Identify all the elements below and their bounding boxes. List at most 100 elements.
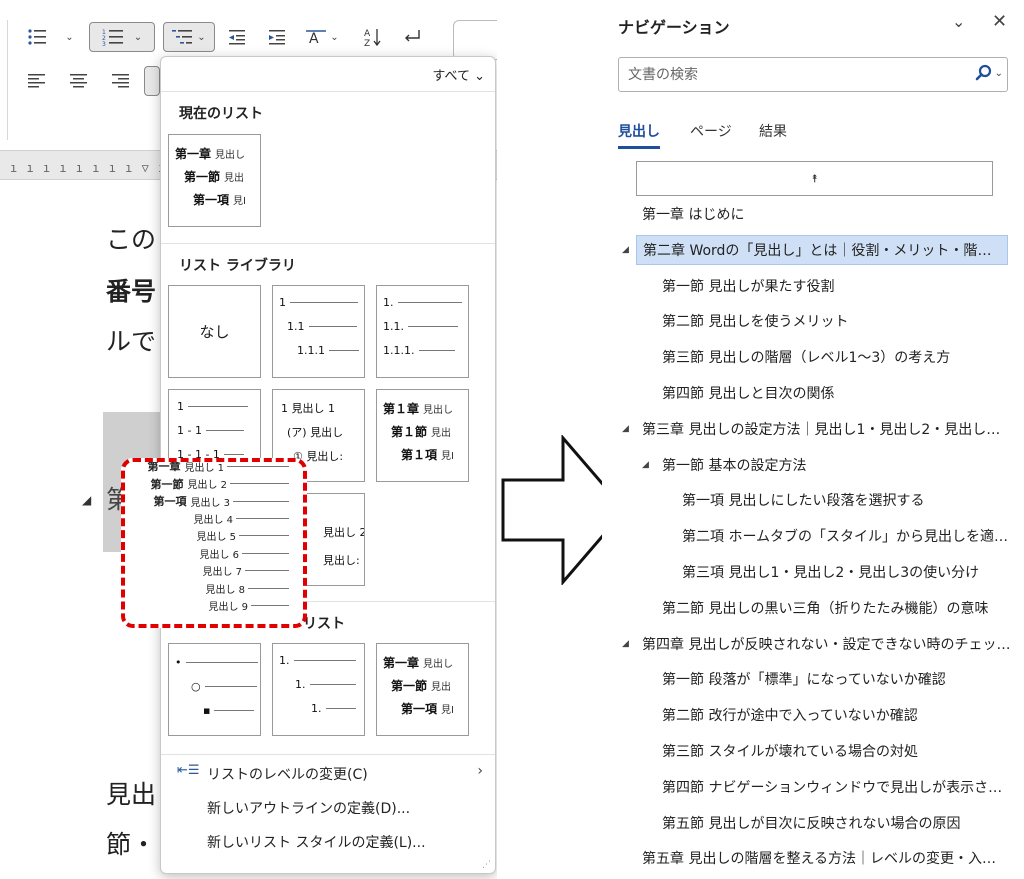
collapse-triangle-icon[interactable]: ◢: [82, 493, 91, 507]
nav-heading-item[interactable]: ◢ 第四章 見出しが反映されない・設定できない時のチェック…: [602, 628, 1024, 660]
nav-heading-item[interactable]: 第三節 スタイルが壊れている場合の対処: [602, 735, 1024, 767]
nav-heading-item[interactable]: 第二節 見出しの黒い三角（折りたたみ機能）の意味: [602, 592, 1024, 624]
nav-heading-item[interactable]: 第三項 見出し1・見出し2・見出し3の使い分け: [602, 556, 1024, 588]
current-list-tile[interactable]: 第一章 見出し 第一節 見出 第一項 見Ⅰ: [168, 134, 261, 227]
preview-label: 見出し 7: [202, 567, 242, 578]
expand-triangle-icon[interactable]: ◢: [622, 245, 629, 255]
nav-title: ナビゲーション: [618, 18, 730, 37]
tile-text: 第一章: [175, 147, 212, 161]
preview-rule: [236, 517, 289, 519]
preview-line: 見出し 4: [193, 511, 289, 526]
bullets-button[interactable]: [22, 22, 52, 52]
tile-text: 第一章: [383, 656, 420, 670]
svg-text:A: A: [309, 31, 319, 46]
tile-text: 1.: [311, 702, 322, 715]
styles-gallery[interactable]: [453, 20, 497, 60]
svg-text:Z: Z: [364, 39, 370, 47]
nav-heading-text: 第三節 スタイルが壊れている場合の対処: [662, 744, 919, 760]
search-icon: [975, 64, 991, 81]
define-list-style-item[interactable]: 新しいリスト スタイルの定義(L)...: [207, 832, 426, 852]
list-tile-chapter-doc[interactable]: 第一章 見出し 第一節 見出 第一項 見Ⅰ: [376, 643, 469, 736]
preview-line: 見出し 6: [199, 546, 289, 561]
list-tile-dotted-flat[interactable]: 1. 1. 1.: [272, 643, 365, 736]
list-tile-dotted[interactable]: 1. 1.1. 1.1.1.: [376, 285, 469, 378]
tile-text: 第１項: [401, 448, 438, 462]
preview-line: 第一節 見出し 2: [150, 476, 289, 492]
nav-close-icon[interactable]: ✕: [992, 11, 1007, 32]
multilevel-list-button[interactable]: ⌄: [163, 22, 215, 52]
nav-search-input[interactable]: [619, 58, 959, 91]
resize-grip-icon[interactable]: ⋰: [482, 860, 491, 870]
expand-triangle-icon[interactable]: ◢: [642, 460, 649, 470]
justify-button[interactable]: [144, 66, 160, 96]
tile-text: 第一節: [184, 170, 221, 184]
nav-heading-item[interactable]: 第三節 見出しの階層（レベル1～3）の考え方: [602, 341, 1024, 373]
expand-triangle-icon[interactable]: ◢: [622, 639, 629, 649]
nav-heading-text: 第五節 見出しが目次に反映されない場合の原因: [662, 815, 961, 832]
nav-options-chevron-icon[interactable]: ⌄: [952, 12, 965, 31]
nav-heading-text: 第二節 改行が途中で入っていないか確認: [662, 708, 918, 725]
nav-heading-item[interactable]: 第二節 改行が途中で入っていないか確認: [602, 699, 1024, 731]
filter-dropdown[interactable]: すべて ⌄: [432, 65, 485, 84]
preview-prefix: 第一節: [150, 477, 184, 491]
tab-results[interactable]: 結果: [759, 121, 787, 141]
collapse-up-icon: ⯭: [811, 171, 818, 185]
align-left-button[interactable]: [22, 66, 52, 96]
nav-heading-item[interactable]: 第二項 ホームタブの「スタイル」から見出しを適用する: [602, 520, 1024, 552]
tab-pages[interactable]: ページ: [690, 121, 732, 141]
show-marks-button[interactable]: [397, 22, 427, 52]
chevron-right-icon: ›: [477, 763, 483, 779]
align-right-button[interactable]: [106, 66, 136, 96]
bullet-square-icon: ▪: [203, 704, 211, 717]
decrease-indent-button[interactable]: [222, 22, 252, 52]
nav-heading-item[interactable]: ◢ 第三章 見出しの設定方法｜見出し1・見出し2・見出し…: [602, 413, 1024, 445]
define-outline-item[interactable]: 新しいアウトラインの定義(D)...: [207, 798, 410, 818]
sort-button[interactable]: AZ: [358, 22, 388, 52]
tab-headings[interactable]: 見出し: [618, 121, 660, 141]
nav-heading-item[interactable]: 第一節 見出しが果たす役割: [602, 270, 1024, 302]
list-none-tile[interactable]: なし: [168, 285, 261, 378]
doc-text: ルで: [106, 327, 157, 356]
list-tile-chapter[interactable]: 第１章 見出し 第１節 見出 第１項 見Ⅰ: [376, 389, 469, 482]
nav-heading-item[interactable]: 第一章 はじめに: [602, 198, 1024, 230]
search-button[interactable]: ⌄: [975, 64, 1003, 82]
numbering-button[interactable]: 123 ⌄: [89, 22, 155, 52]
expand-triangle-icon[interactable]: ◢: [622, 424, 629, 434]
nav-heading-item[interactable]: 第一節 段落が「標準」になっていないか確認: [602, 663, 1024, 695]
chevron-down-icon: ⌄: [65, 31, 74, 43]
nav-heading-item[interactable]: 第一項 見出しにしたい段落を選択する: [602, 484, 1024, 516]
collapse-all-button[interactable]: ⯭: [636, 161, 993, 196]
nav-heading-text: 第四節 見出しと目次の関係: [662, 386, 835, 402]
tile-text: 第一節: [391, 679, 428, 693]
tile-text: 1.1.1.: [383, 344, 415, 357]
nav-heading-item[interactable]: 第四節 ナビゲーションウィンドウで見出しが表示される…: [602, 771, 1024, 803]
text-direction-button[interactable]: A ⌄: [302, 22, 342, 52]
tile-text: 1.1.1: [297, 344, 325, 357]
tile-text: 1 見出し 1: [281, 402, 335, 415]
align-center-button[interactable]: [64, 66, 94, 96]
change-list-level-item[interactable]: リストのレベルの変更(C): [207, 764, 368, 784]
nav-heading-text: 第四節 ナビゲーションウィンドウで見出しが表示される…: [662, 779, 1014, 796]
tile-text: 見出し:: [323, 554, 360, 567]
increase-indent-button[interactable]: [262, 22, 292, 52]
tile-text: 見出: [431, 682, 452, 693]
bullets-dropdown[interactable]: ⌄: [58, 22, 78, 52]
nav-heading-item[interactable]: ◢ 第一節 基本の設定方法: [602, 449, 1024, 481]
preview-label: 見出し 9: [208, 602, 248, 613]
tile-text: (ア) 見出し: [287, 426, 344, 439]
document-lists-heading: リスト: [303, 616, 345, 632]
nav-heading-item[interactable]: 第五章 見出しの階層を整える方法｜レベルの変更・入…: [602, 842, 1024, 874]
list-tile-bullets[interactable]: • ○ ▪: [168, 643, 261, 736]
list-library-heading: リスト ライブラリ: [179, 258, 296, 274]
nav-heading-text: 第一項 見出しにしたい段落を選択する: [682, 493, 925, 510]
nav-heading-text: 第二章 Wordの「見出し」とは｜役割・メリット・階層構造…: [636, 234, 1008, 265]
list-tile-numeric[interactable]: 1 1.1 1.1.1: [272, 285, 365, 378]
nav-heading-item[interactable]: ◢ 第二章 Wordの「見出し」とは｜役割・メリット・階層構造…: [602, 234, 1024, 266]
nav-heading-item[interactable]: 第四節 見出しと目次の関係: [602, 377, 1024, 409]
preview-rule: [233, 500, 289, 502]
chevron-down-icon: ⌄: [330, 31, 339, 43]
sort-icon: AZ: [364, 29, 381, 47]
nav-heading-item[interactable]: 第五節 見出しが目次に反映されない場合の原因: [602, 807, 1024, 839]
nav-heading-item[interactable]: 第二節 見出しを使うメリット: [602, 305, 1024, 337]
nav-search-box: ⌄: [618, 57, 1008, 92]
